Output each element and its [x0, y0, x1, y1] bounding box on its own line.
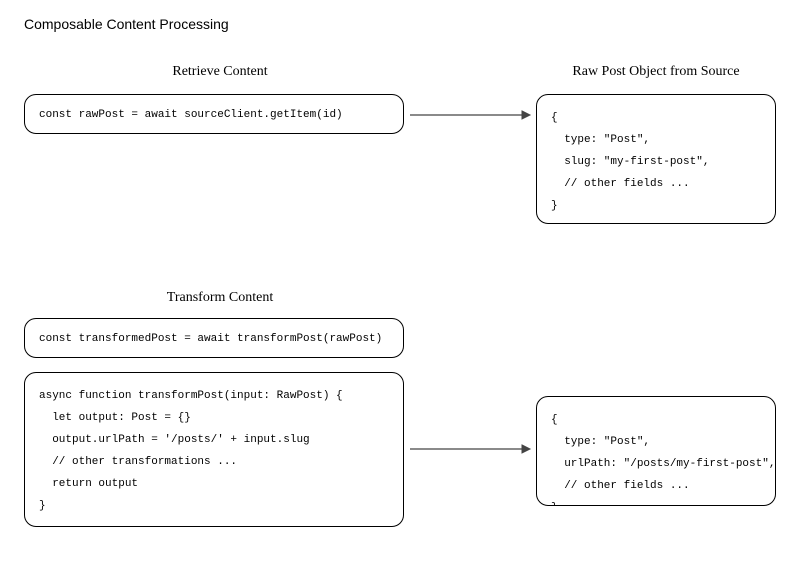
raw-post-label: Raw Post Object from Source	[536, 64, 776, 80]
transform-call-box: const transformedPost = await transformP…	[24, 318, 404, 358]
transformed-post-object-box: { type: "Post", urlPath: "/posts/my-firs…	[536, 396, 776, 506]
page-title: Composable Content Processing	[24, 16, 229, 32]
retrieve-content-label: Retrieve Content	[130, 64, 310, 80]
retrieve-code-box: const rawPost = await sourceClient.getIt…	[24, 94, 404, 134]
arrow-right-icon	[408, 108, 532, 122]
transform-function-box: async function transformPost(input: RawP…	[24, 372, 404, 527]
raw-post-object-box: { type: "Post", slug: "my-first-post", /…	[536, 94, 776, 224]
arrow-right-icon	[408, 442, 532, 456]
transform-content-label: Transform Content	[130, 290, 310, 306]
